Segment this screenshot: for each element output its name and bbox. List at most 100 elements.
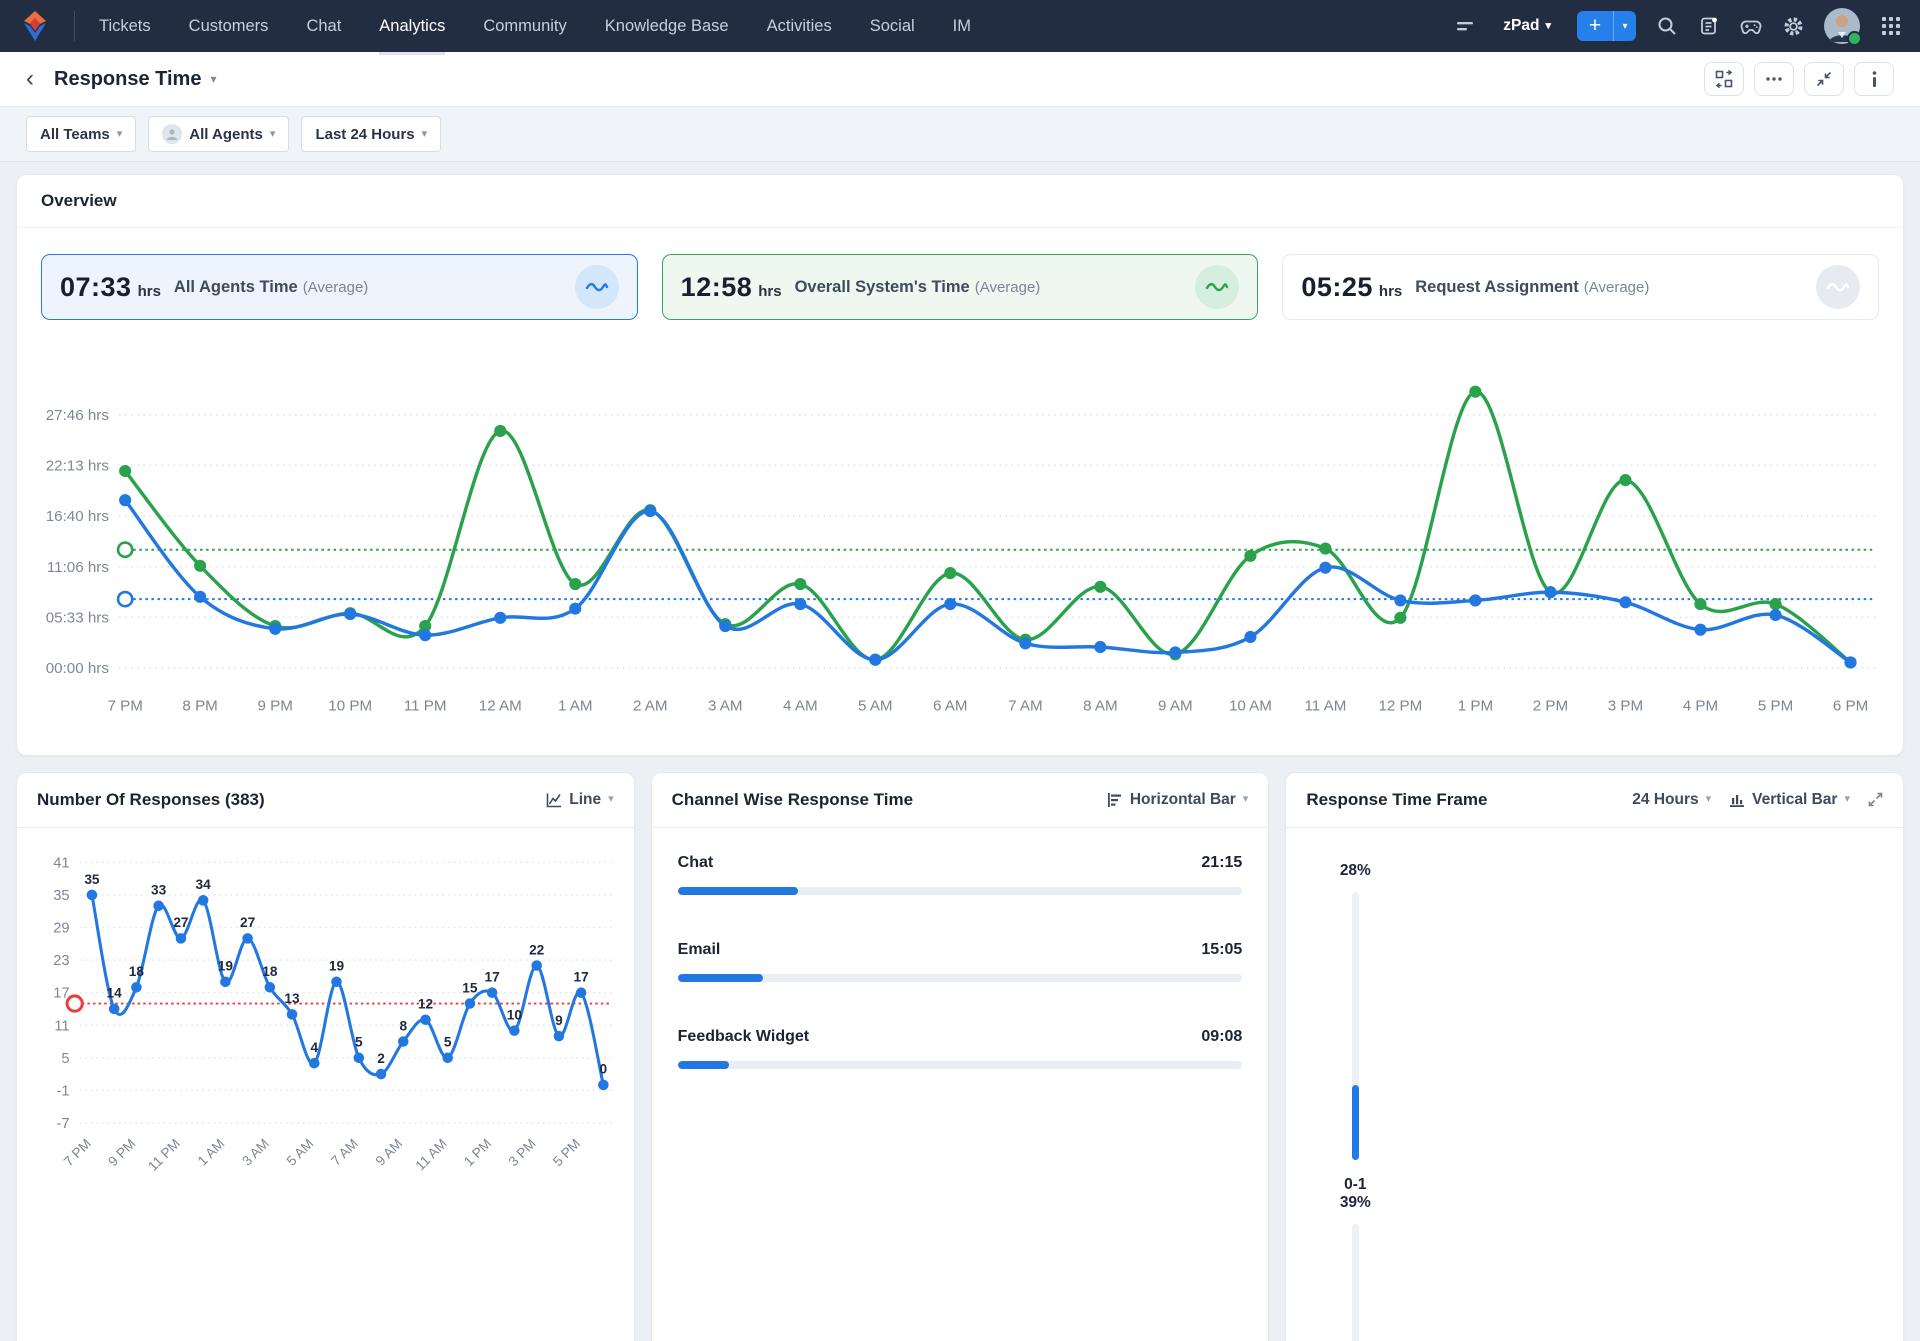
nav-item-im[interactable]: IM [953,0,971,55]
channel-bar-track [678,887,1243,895]
nav-menu: Tickets Customers Chat Analytics Community Kn… [99,0,971,52]
svg-text:19: 19 [329,959,345,974]
chevron-down-icon: ▾ [1844,794,1850,805]
svg-text:-7: -7 [57,1116,70,1132]
info-button[interactable] [1854,62,1894,96]
responses-panel: Number Of Responses (383) Line ▾ 4135292… [16,772,635,1341]
metric-label: Request Assignment [1415,278,1579,297]
nav-item-chat[interactable]: Chat [306,0,341,55]
back-button[interactable]: ‹ [26,67,34,91]
timeframe-chart-type-dropdown[interactable]: Vertical Bar ▾ [1729,791,1850,809]
svg-text:9: 9 [555,1013,563,1028]
trend-wave-icon [575,265,619,309]
svg-text:1 AM: 1 AM [195,1136,228,1169]
svg-text:22: 22 [529,942,545,957]
overview-panel: Overview 07:33hrsAll Agents Time(Average… [16,174,1904,756]
games-icon[interactable] [1740,15,1762,37]
svg-text:1 PM: 1 PM [461,1136,494,1169]
svg-text:16:40 hrs: 16:40 hrs [46,508,110,525]
app-logo-icon[interactable] [18,9,52,43]
user-avatar[interactable] [1824,8,1860,44]
nav-item-knowledge-base[interactable]: Knowledge Base [605,0,729,55]
timeframe-range-dropdown[interactable]: 24 Hours ▾ [1632,791,1711,809]
chevron-down-icon: ▾ [1614,11,1636,41]
svg-text:11 AM: 11 AM [1304,697,1346,714]
svg-text:29: 29 [53,920,69,936]
svg-text:27:46 hrs: 27:46 hrs [46,407,110,424]
metric-sublabel: (Average) [975,279,1041,296]
svg-text:9 AM: 9 AM [373,1136,406,1169]
title-dropdown-icon[interactable]: ▾ [210,72,216,86]
chevron-down-icon: ▾ [1706,794,1712,805]
svg-text:8 AM: 8 AM [1083,697,1118,714]
svg-text:18: 18 [262,964,278,979]
svg-text:5: 5 [61,1051,69,1067]
nav-item-activities[interactable]: Activities [767,0,832,55]
metric-card-request-assignment[interactable]: 05:25hrsRequest Assignment(Average) [1282,254,1879,320]
chevron-down-icon: ▾ [1243,794,1249,805]
agent-avatar-icon [162,124,182,144]
channel-row-chat[interactable]: Chat21:15 [678,854,1243,895]
teams-filter-label: All Teams [40,126,110,143]
apps-grid-icon[interactable] [1880,15,1902,37]
reports-icon[interactable] [1698,15,1720,37]
agents-filter[interactable]: All Agents ▾ [148,116,289,152]
filter-bar: All Teams ▾ All Agents ▾ Last 24 Hours ▾ [0,107,1920,162]
chevron-down-icon: ▾ [608,794,614,805]
time-range-filter[interactable]: Last 24 Hours ▾ [301,116,441,152]
timeframe-panel-title: Response Time Frame [1306,790,1487,810]
channel-chart-type-dropdown[interactable]: Horizontal Bar ▾ [1107,791,1248,809]
channel-bars: Chat21:15 Email15:05 Feedback Widget09:08 [678,854,1243,1115]
nav-item-community[interactable]: Community [483,0,566,55]
line-chart-icon [546,792,562,808]
collapse-button[interactable] [1804,62,1844,96]
search-icon[interactable] [1656,15,1678,37]
timeframe-fill [1352,1085,1359,1160]
metric-cards-row: 07:33hrsAll Agents Time(Average) 12:58hrs… [41,254,1879,320]
timeframe-bar-0-1[interactable]: 28%0-1 [1320,862,1390,1194]
chevron-down-icon: ▾ [422,129,428,140]
trend-wave-icon [1816,265,1860,309]
nav-more-icon[interactable] [1455,15,1477,37]
metric-card-overall-system-s-time[interactable]: 12:58hrsOverall System's Time(Average) [662,254,1259,320]
responses-chart[interactable]: 4135292317115-1-735141833273419271813419… [27,836,624,1190]
responses-chart-type-dropdown[interactable]: Line ▾ [546,791,613,809]
timeframe-bar-1-6[interactable]: 39%1-6 [1320,1194,1390,1341]
workspace-dropdown[interactable]: zPad ▾ [1497,16,1557,36]
teams-filter[interactable]: All Teams ▾ [26,116,136,152]
channel-row-email[interactable]: Email15:05 [678,941,1243,982]
svg-text:27: 27 [173,915,189,930]
svg-text:1 AM: 1 AM [558,697,593,714]
nav-item-social[interactable]: Social [870,0,915,55]
metric-card-all-agents-time[interactable]: 07:33hrsAll Agents Time(Average) [41,254,638,320]
svg-text:4 AM: 4 AM [783,697,818,714]
settings-gear-icon[interactable] [1782,15,1804,37]
svg-text:18: 18 [129,964,145,979]
svg-text:14: 14 [107,986,123,1001]
channel-row-feedback-widget[interactable]: Feedback Widget09:08 [678,1028,1243,1069]
add-button[interactable]: + ▾ [1577,11,1636,41]
channel-bar-track [678,974,1243,982]
svg-text:10: 10 [507,1007,523,1022]
switch-view-button[interactable] [1704,62,1744,96]
chevron-down-icon: ▾ [1545,21,1551,32]
channel-bar-track [678,1061,1243,1069]
svg-text:7 AM: 7 AM [1008,697,1043,714]
nav-item-analytics[interactable]: Analytics [379,0,445,55]
more-options-button[interactable] [1754,62,1794,96]
timeframe-track [1352,892,1359,1160]
svg-text:3 PM: 3 PM [506,1136,539,1169]
nav-item-tickets[interactable]: Tickets [99,0,151,55]
nav-item-customers[interactable]: Customers [189,0,269,55]
metric-sublabel: (Average) [303,279,369,296]
workspace-name: zPad [1503,17,1539,35]
expand-button[interactable] [1868,792,1883,807]
svg-text:34: 34 [196,877,212,892]
plus-icon: + [1577,11,1613,41]
horizontal-bar-icon [1107,792,1123,808]
channel-panel: Channel Wise Response Time Horizontal Ba… [651,772,1270,1341]
channel-label: Feedback Widget [678,1028,809,1046]
timeframe-track [1352,1224,1359,1341]
page-header: ‹ Response Time ▾ [0,52,1920,107]
response-time-trend-chart[interactable]: 00:00 hrs05:33 hrs11:06 hrs16:40 hrs22:1… [17,330,1903,755]
